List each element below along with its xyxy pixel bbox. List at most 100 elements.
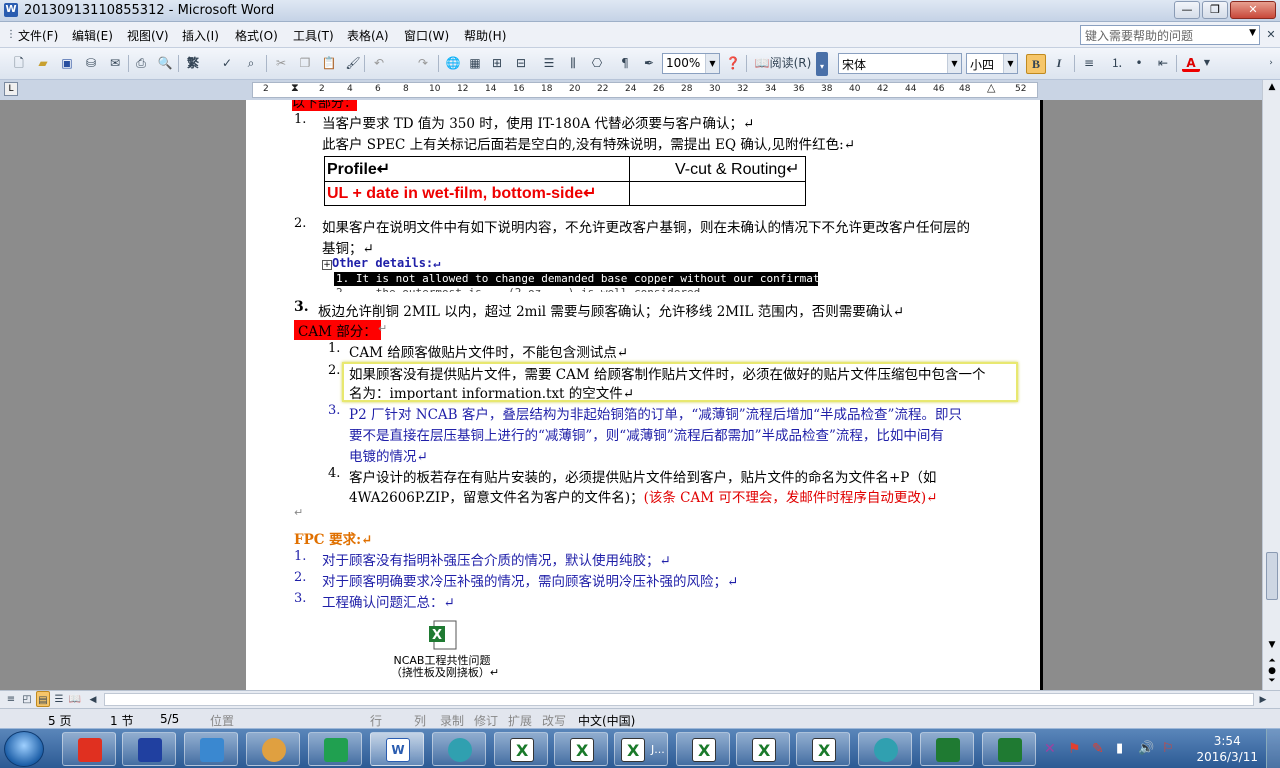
taskbar-app[interactable] xyxy=(62,732,116,766)
numbering-icon[interactable]: ⒈ xyxy=(1108,54,1126,72)
scroll-down-icon[interactable]: ▼ xyxy=(1265,640,1279,650)
volume-icon[interactable]: 🔊 xyxy=(1138,741,1154,756)
normal-view-icon[interactable]: ≡ xyxy=(4,691,18,707)
insert-table-icon[interactable]: ⊞ xyxy=(488,54,506,72)
new-icon[interactable]: 🗋 xyxy=(10,54,28,72)
taskbar-excel[interactable] xyxy=(494,732,548,766)
redo-icon[interactable]: ↷ xyxy=(414,54,432,72)
columns-icon[interactable]: ☰ xyxy=(540,54,558,72)
format-painter-icon[interactable]: 🖌 xyxy=(344,54,362,72)
ink-icon[interactable]: ✒ xyxy=(640,54,658,72)
print-preview-icon[interactable]: 🔍 xyxy=(156,54,174,72)
font-select[interactable]: 宋体 ▼ xyxy=(838,53,962,74)
horizontal-scrollbar[interactable] xyxy=(104,693,1254,706)
status-overtype[interactable]: 改写 xyxy=(542,712,566,729)
scroll-up-icon[interactable]: ▲ xyxy=(1265,82,1279,92)
tray-app-icon[interactable]: ⚑ xyxy=(1068,741,1081,757)
restore-button[interactable]: ❐ xyxy=(1202,1,1228,19)
network-icon[interactable]: ▮ xyxy=(1116,741,1123,756)
menu-view[interactable]: 视图(V) xyxy=(127,27,169,44)
help-search-input[interactable]: 键入需要帮助的问题 ▼ xyxy=(1080,25,1260,45)
taskbar-excel[interactable] xyxy=(796,732,850,766)
table-move-handle-icon[interactable]: + xyxy=(322,260,332,270)
taskbar-excel[interactable] xyxy=(676,732,730,766)
show-desktop-button[interactable] xyxy=(1266,729,1280,768)
reading-view-icon[interactable]: 📖 xyxy=(68,691,82,707)
hyperlink-icon[interactable]: 🌐 xyxy=(444,54,462,72)
embedded-excel-icon[interactable]: X xyxy=(428,620,458,652)
cut-icon[interactable]: ✂ xyxy=(272,54,290,72)
close-button[interactable]: ✕ xyxy=(1230,1,1276,19)
vertical-scrollbar[interactable]: ▲ ▼ ⏶ ● ⏷ xyxy=(1262,80,1280,690)
chevron-down-icon[interactable]: ▼ xyxy=(1249,28,1256,38)
drawing-icon[interactable]: ⫼ xyxy=(564,54,582,72)
decrease-indent-icon[interactable]: ⇤ xyxy=(1154,54,1172,72)
help-icon[interactable]: ❓ xyxy=(724,54,742,72)
word-app-icon[interactable]: W xyxy=(4,3,18,17)
toolbar-more-icon[interactable]: › xyxy=(1266,54,1276,72)
undo-icon[interactable]: ↶ xyxy=(370,54,388,72)
chevron-down-icon[interactable]: ▼ xyxy=(1202,54,1212,72)
taskbar-app[interactable] xyxy=(432,732,486,766)
paste-icon[interactable]: 📋 xyxy=(320,54,338,72)
taskbar-excel[interactable]: J... xyxy=(614,732,668,766)
open-icon[interactable]: ▰ xyxy=(34,54,52,72)
status-extend[interactable]: 扩展 xyxy=(508,712,532,729)
menu-table[interactable]: 表格(A) xyxy=(347,27,389,44)
scroll-thumb[interactable] xyxy=(1266,552,1278,600)
taskbar-app[interactable] xyxy=(246,732,300,766)
traditional-chinese-icon[interactable]: 繁 xyxy=(184,54,202,72)
browse-object-icon[interactable]: ● xyxy=(1265,666,1279,676)
align-center-icon[interactable]: ≡ xyxy=(1080,54,1098,72)
taskbar-app[interactable] xyxy=(858,732,912,766)
show-hide-icon[interactable]: ¶ xyxy=(616,54,634,72)
copy-icon[interactable]: ❐ xyxy=(296,54,314,72)
tray-x-icon[interactable]: ✕ xyxy=(1044,741,1056,757)
permission-icon[interactable]: ⛁ xyxy=(82,54,100,72)
chevron-down-icon[interactable]: ▼ xyxy=(1003,54,1017,73)
font-size-select[interactable]: 小四 ▼ xyxy=(966,53,1018,74)
scroll-right-icon[interactable]: ▶ xyxy=(1256,691,1270,707)
taskbar-excel[interactable] xyxy=(554,732,608,766)
flag-icon[interactable]: ⚐ xyxy=(1162,741,1174,756)
bold-button[interactable]: B xyxy=(1026,54,1046,74)
taskbar-app[interactable] xyxy=(308,732,362,766)
next-page-icon[interactable]: ⏷ xyxy=(1265,676,1279,686)
menu-insert[interactable]: 插入(I) xyxy=(182,27,219,44)
tray-pen-icon[interactable]: ✎ xyxy=(1092,741,1104,757)
minimize-button[interactable]: — xyxy=(1174,1,1200,19)
right-indent-marker-icon[interactable]: △ xyxy=(987,81,995,94)
tab-selector[interactable]: L xyxy=(4,82,18,96)
taskbar-excel[interactable] xyxy=(736,732,790,766)
status-revision[interactable]: 修订 xyxy=(474,712,498,729)
prev-page-icon[interactable]: ⏶ xyxy=(1265,656,1279,666)
clock[interactable]: 3:54 2016/3/11 xyxy=(1196,733,1258,765)
menu-format[interactable]: 格式(O) xyxy=(235,27,278,44)
menu-tools[interactable]: 工具(T) xyxy=(293,27,334,44)
taskbar-excel[interactable] xyxy=(982,732,1036,766)
start-button[interactable] xyxy=(4,731,44,767)
menu-file[interactable]: 文件(F) xyxy=(18,27,58,44)
indent-marker-icon[interactable]: ⧗ xyxy=(291,81,299,95)
research-icon[interactable]: ⌕ xyxy=(242,54,260,72)
toolbar-options-icon[interactable]: ▾ xyxy=(816,52,828,76)
chevron-down-icon[interactable]: ▼ xyxy=(705,54,719,73)
taskbar-excel[interactable] xyxy=(920,732,974,766)
print-view-icon[interactable]: ▤ xyxy=(36,691,50,707)
spelling-icon[interactable]: ✓ xyxy=(218,54,236,72)
status-record[interactable]: 录制 xyxy=(440,712,464,729)
scroll-left-icon[interactable]: ◀ xyxy=(86,691,100,707)
web-view-icon[interactable]: ◰ xyxy=(20,691,34,707)
bullets-icon[interactable]: • xyxy=(1130,54,1148,72)
taskbar-app[interactable] xyxy=(184,732,238,766)
outline-view-icon[interactable]: ☰ xyxy=(52,691,66,707)
zoom-select[interactable]: 100% ▼ xyxy=(662,53,720,74)
menu-window[interactable]: 窗口(W) xyxy=(404,27,449,44)
close-doc-icon[interactable]: ✕ xyxy=(1262,26,1280,44)
menu-edit[interactable]: 编辑(E) xyxy=(72,27,113,44)
save-icon[interactable]: ▣ xyxy=(58,54,76,72)
document-map-icon[interactable]: ⎔ xyxy=(588,54,606,72)
tables-borders-icon[interactable]: ▦ xyxy=(466,54,484,72)
taskbar-app[interactable] xyxy=(122,732,176,766)
taskbar-word[interactable]: W xyxy=(370,732,424,766)
